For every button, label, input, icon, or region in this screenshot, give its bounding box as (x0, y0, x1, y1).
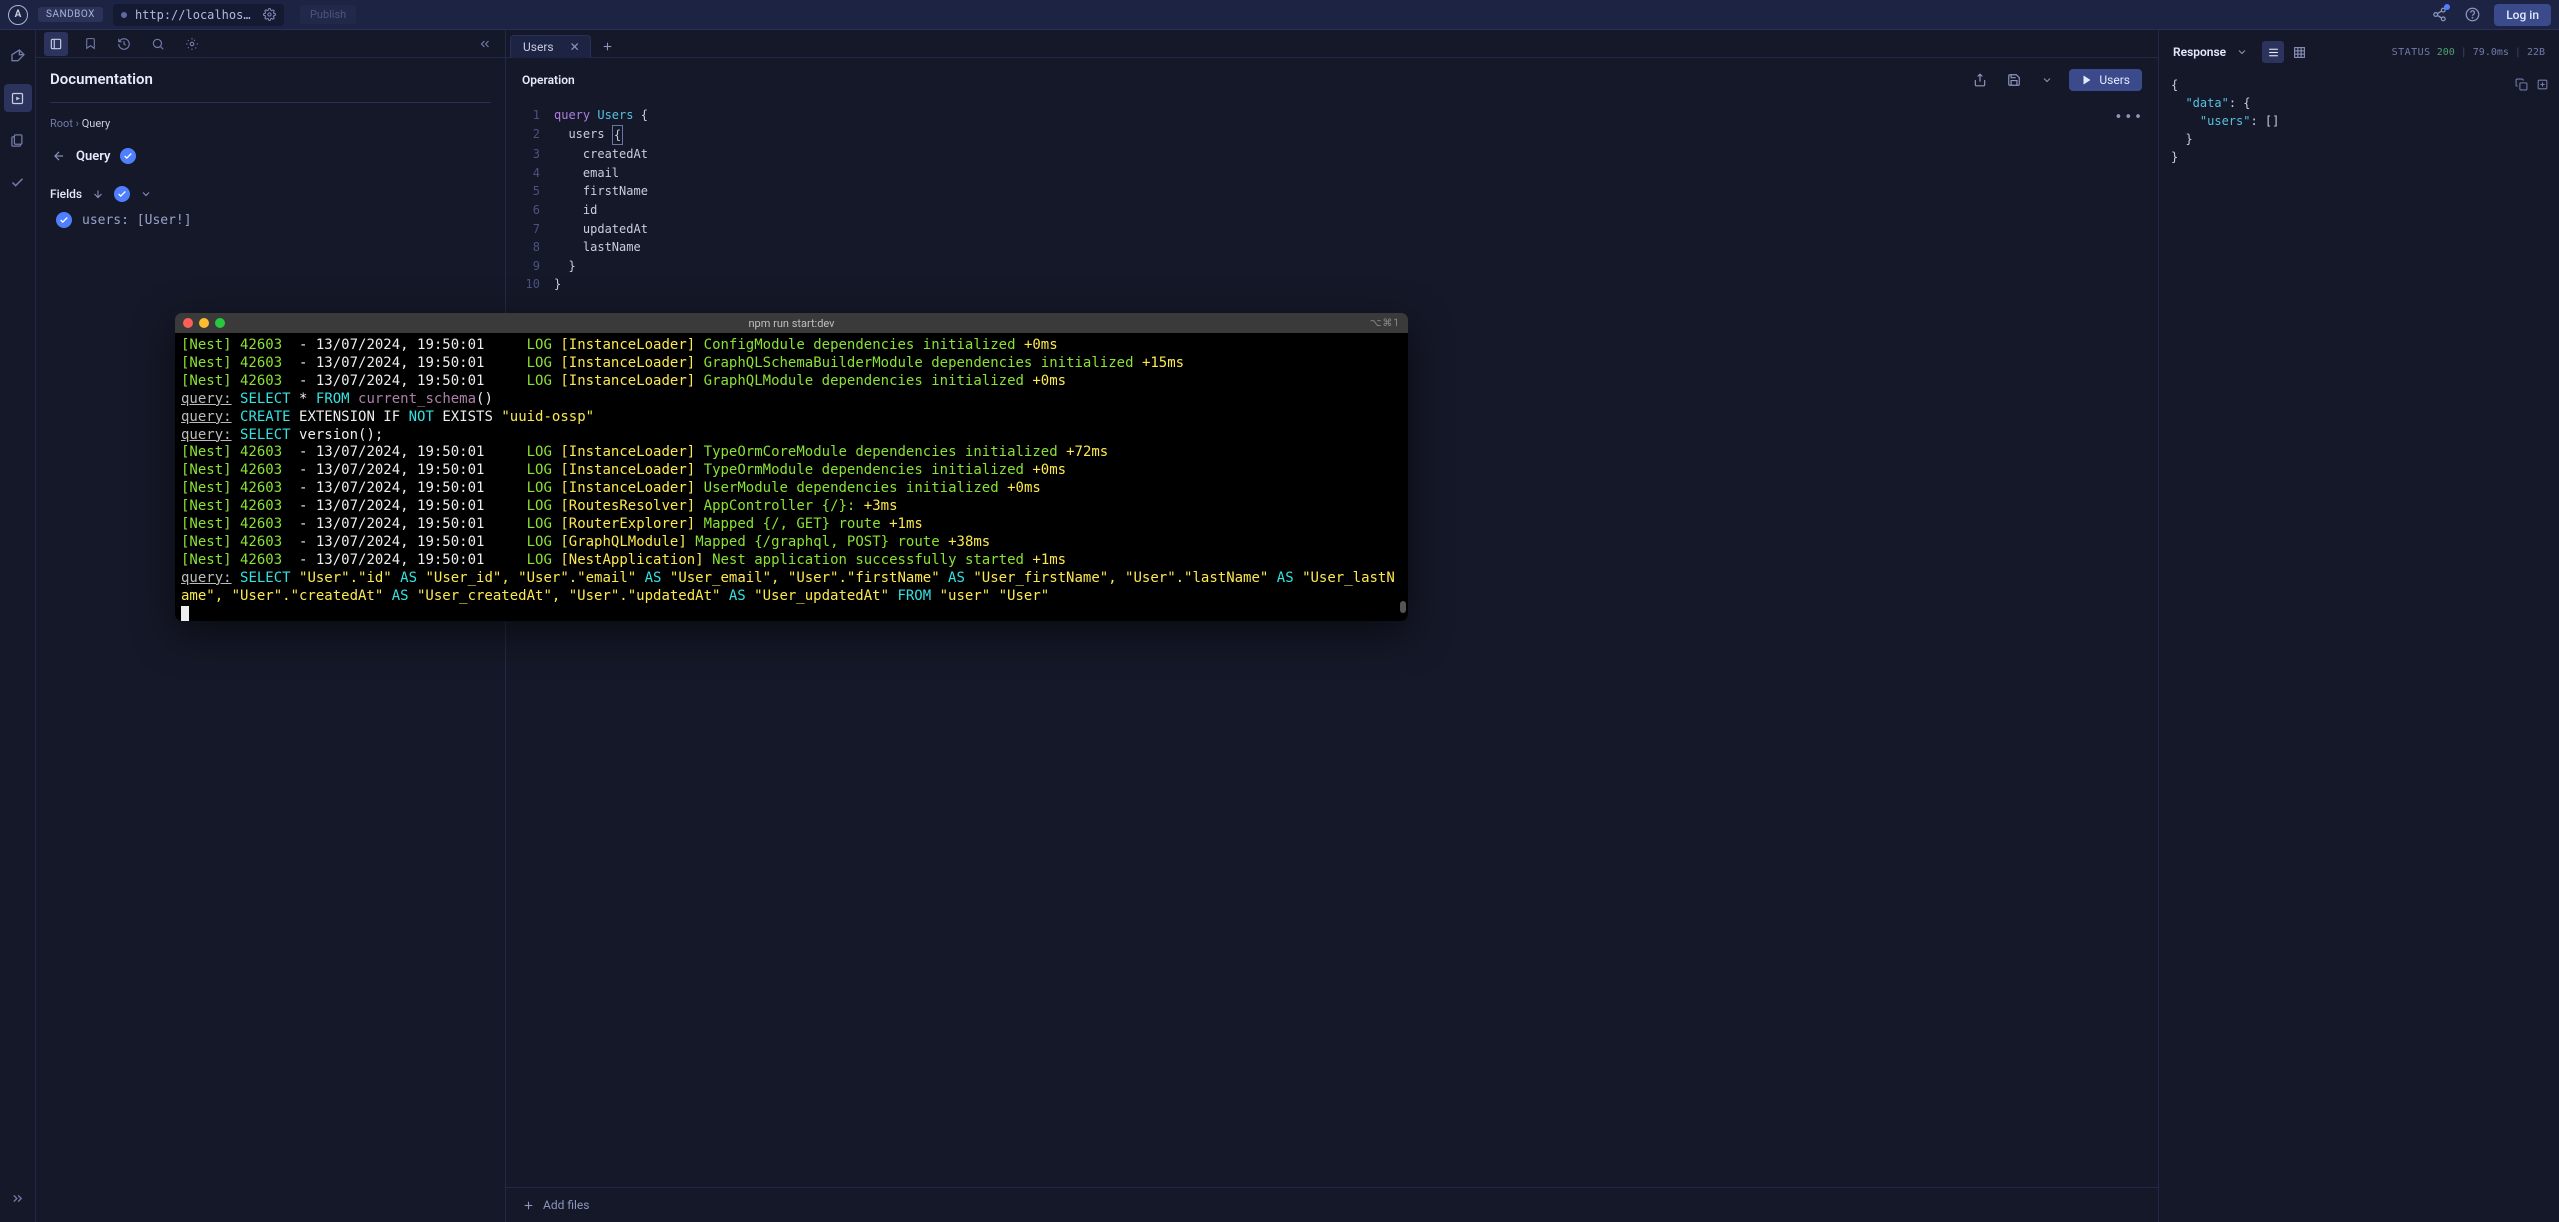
back-arrow-icon[interactable] (52, 149, 66, 163)
topbar: A SANDBOX http://localhost:3000/g Publis… (0, 0, 2559, 30)
documentation-panel: Documentation Root › Query Query Fields (36, 30, 506, 1222)
operation-title: Operation (522, 73, 575, 87)
response-body[interactable]: { "data": { "users": [] } } (2159, 74, 2559, 1222)
terminal-scrollbar[interactable] (1400, 333, 1406, 621)
run-button[interactable]: Users (2069, 69, 2142, 91)
terminal-line: [Nest] 42603 - 13/07/2024, 19:50:01 LOG … (181, 552, 1402, 570)
terminal-line: [Nest] 42603 - 13/07/2024, 19:50:01 LOG … (181, 355, 1402, 373)
terminal-line: [Nest] 42603 - 13/07/2024, 19:50:01 LOG … (181, 516, 1402, 534)
history-icon[interactable] (112, 32, 136, 56)
terminal-line: [Nest] 42603 - 13/07/2024, 19:50:01 LOG … (181, 444, 1402, 462)
settings-icon[interactable] (180, 32, 204, 56)
field-users[interactable]: users: [User!] (50, 212, 491, 228)
field-check-icon[interactable] (56, 212, 72, 228)
doc-view-icon[interactable] (44, 32, 68, 56)
share-icon[interactable] (2428, 3, 2451, 26)
terminal-line: query: CREATE EXTENSION IF NOT EXISTS "u… (181, 409, 1402, 427)
gear-icon[interactable] (263, 8, 276, 21)
left-rail (0, 30, 36, 1222)
documentation-title: Documentation (50, 70, 491, 88)
terminal-line: [Nest] 42603 - 13/07/2024, 19:50:01 LOG … (181, 498, 1402, 516)
fields-check-icon[interactable] (114, 186, 130, 202)
login-button[interactable]: Log in (2494, 4, 2551, 26)
response-view-toggle (2262, 41, 2310, 63)
response-panel: Response STATUS 200 | 79.0ms | 22B (2159, 30, 2559, 1222)
endpoint-url-group[interactable]: http://localhost:3000/g (113, 4, 284, 26)
operation-editor[interactable]: ••• 1query Users { 2 users { 3 createdAt… (506, 102, 2158, 1187)
view-json-icon[interactable] (2262, 41, 2284, 63)
rail-schema-icon[interactable] (4, 126, 32, 154)
terminal-scroll-thumb[interactable] (1400, 601, 1406, 613)
divider (50, 102, 491, 103)
chevron-down-icon[interactable] (140, 188, 152, 200)
terminal-line: [Nest] 42603 - 13/07/2024, 19:50:01 LOG … (181, 373, 1402, 391)
add-files-label: Add files (543, 1198, 589, 1212)
operation-panel: Users ✕ Operation Users (506, 30, 2159, 1222)
collapse-doc-icon[interactable] (473, 32, 497, 56)
chevron-down-icon[interactable] (2037, 70, 2057, 90)
save-icon[interactable] (2003, 69, 2025, 91)
run-label: Users (2099, 73, 2130, 87)
response-header: Response STATUS 200 | 79.0ms | 22B (2159, 30, 2559, 74)
bookmark-icon[interactable] (78, 32, 102, 56)
terminal-cursor (181, 606, 189, 621)
rail-collapse-icon[interactable] (4, 1184, 32, 1212)
field-signature: users: [User!] (82, 213, 192, 228)
fields-label: Fields (50, 187, 82, 201)
search-icon[interactable] (146, 32, 170, 56)
terminal-title: npm run start:dev (175, 317, 1408, 330)
breadcrumb-current: Query (82, 117, 111, 130)
terminal-line: query: SELECT "User"."id" AS "User_id", … (181, 570, 1402, 606)
expand-icon[interactable] (2536, 78, 2549, 91)
add-tab-button[interactable] (593, 36, 622, 57)
tabbar: Users ✕ (506, 30, 2158, 58)
rail-checks-icon[interactable] (4, 168, 32, 196)
terminal-line: [Nest] 42603 - 13/07/2024, 19:50:01 LOG … (181, 534, 1402, 552)
tab-label: Users (523, 40, 554, 54)
current-type-label: Query (76, 149, 110, 164)
play-icon (2081, 74, 2093, 86)
tab-users[interactable]: Users ✕ (510, 35, 591, 58)
add-files-button[interactable]: Add files (506, 1187, 2158, 1222)
endpoint-url: http://localhost:3000/g (135, 8, 255, 22)
terminal-line: [Nest] 42603 - 13/07/2024, 19:50:01 LOG … (181, 337, 1402, 355)
terminal-line: [Nest] 42603 - 13/07/2024, 19:50:01 LOG … (181, 462, 1402, 480)
response-title: Response (2173, 45, 2226, 59)
copy-icon[interactable] (2515, 78, 2528, 91)
connection-status-dot (121, 12, 127, 18)
export-icon[interactable] (1969, 69, 1991, 91)
rail-explorer-icon[interactable] (4, 42, 32, 70)
response-meta: STATUS 200 | 79.0ms | 22B (2392, 47, 2545, 58)
rail-operations-icon[interactable] (4, 84, 32, 112)
sort-icon[interactable] (92, 188, 104, 200)
apollo-logo[interactable]: A (8, 5, 28, 25)
terminal-line: query: SELECT version(); (181, 427, 1402, 445)
terminal-window[interactable]: npm run start:dev ⌥⌘1 [Nest] 42603 - 13/… (175, 313, 1408, 621)
chevron-down-icon[interactable] (2236, 46, 2248, 58)
breadcrumb: Root › Query (50, 117, 491, 130)
terminal-body[interactable]: [Nest] 42603 - 13/07/2024, 19:50:01 LOG … (175, 333, 1408, 621)
current-type-row: Query (50, 144, 491, 168)
fields-header[interactable]: Fields (50, 186, 491, 202)
breadcrumb-root[interactable]: Root (50, 117, 73, 130)
view-table-icon[interactable] (2288, 41, 2310, 63)
publish-button: Publish (300, 5, 356, 24)
selected-check-icon[interactable] (120, 148, 136, 164)
more-icon[interactable]: ••• (2115, 110, 2144, 125)
terminal-line: query: SELECT * FROM current_schema() (181, 391, 1402, 409)
terminal-line: [Nest] 42603 - 13/07/2024, 19:50:01 LOG … (181, 480, 1402, 498)
help-icon[interactable] (2461, 3, 2484, 26)
operation-header: Operation Users (506, 58, 2158, 102)
plus-icon (522, 1199, 535, 1212)
doc-toolbar (36, 30, 505, 58)
sandbox-badge[interactable]: SANDBOX (38, 7, 103, 22)
terminal-titlebar[interactable]: npm run start:dev ⌥⌘1 (175, 313, 1408, 333)
notification-dot (2444, 4, 2450, 10)
close-icon[interactable]: ✕ (570, 40, 580, 54)
